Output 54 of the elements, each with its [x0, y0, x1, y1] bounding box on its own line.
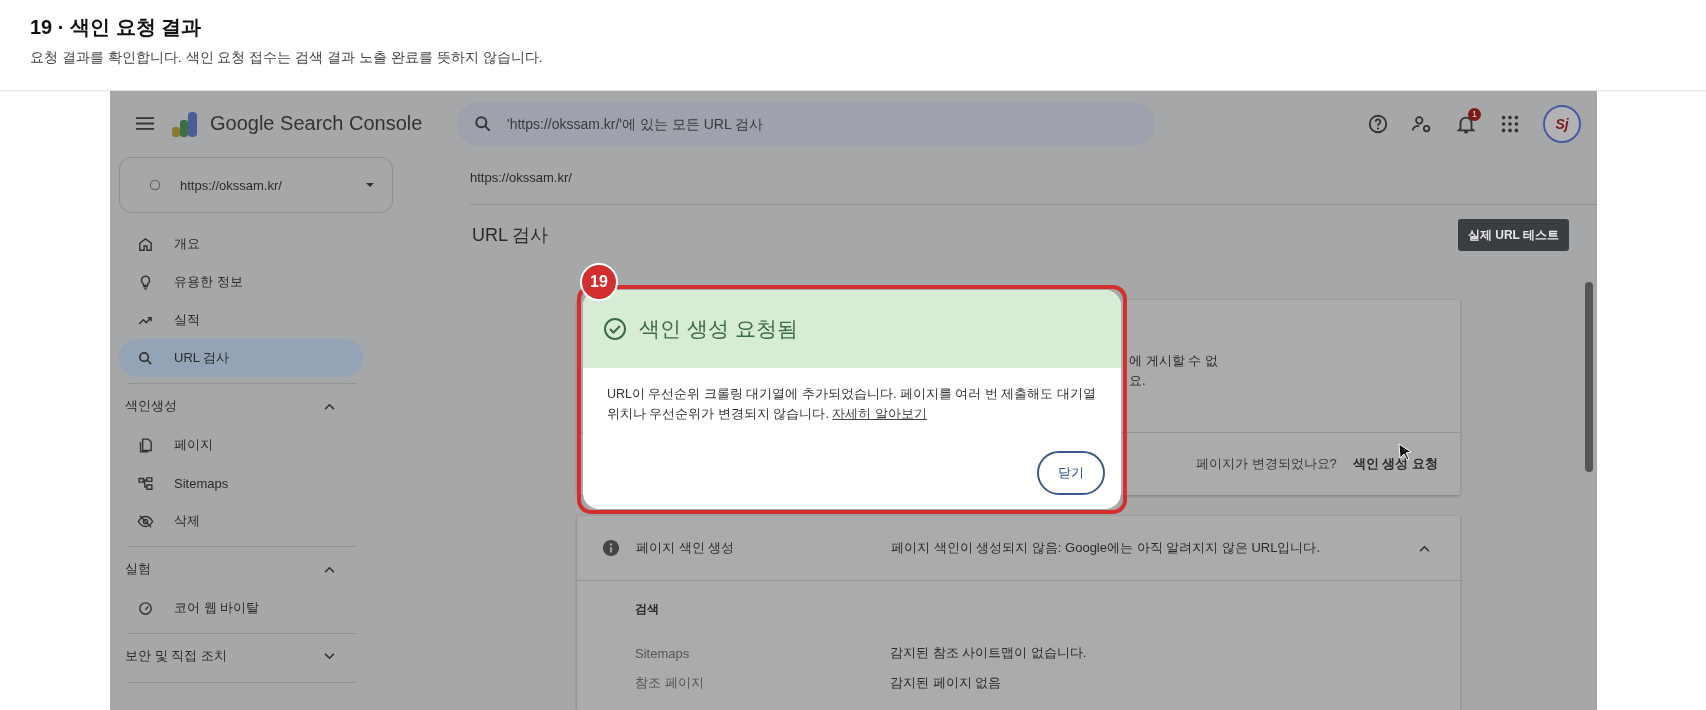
chevron-icon: [324, 652, 335, 660]
notification-badge: 1: [1468, 107, 1481, 121]
search-icon: [473, 113, 493, 134]
close-button[interactable]: 닫기: [1037, 451, 1105, 495]
nav-item[interactable]: 코어 웹 바이탈: [119, 589, 363, 627]
page-title: URL 검사: [472, 224, 549, 247]
nav-item[interactable]: 삭제: [119, 502, 363, 540]
dropdown-caret-icon: [366, 183, 374, 187]
nav-item[interactable]: 페이지: [119, 426, 363, 464]
chevron-icon: [324, 402, 335, 410]
indexing-row[interactable]: 페이지 색인 생성 페이지 색인이 생성되지 않음: Google에는 아직 알려지지 않은 URL입니다.: [577, 516, 1460, 581]
globe-icon: [148, 178, 162, 192]
section-label: 검색: [635, 601, 660, 618]
check-circle-icon: [603, 317, 627, 341]
nav-item[interactable]: Sitemaps: [119, 464, 363, 502]
eye-off-icon: [137, 512, 154, 530]
detail-value: 감지된 참조 사이트맵이 없습니다.: [890, 644, 1087, 662]
search-icon: [137, 349, 154, 367]
detail-value: 감지된 페이지 없음: [890, 674, 1002, 692]
nav-item[interactable]: URL 검사: [119, 339, 363, 377]
chevron-icon: [324, 565, 335, 573]
dialog-message: URL이 우선순위 크롤링 대기열에 추가되었습니다. 페이지를 여러 번 제출해도 대기열 위치나 우선순위가 변경되지 않습니다. 자세히 알아보기: [607, 386, 1097, 423]
nav-item[interactable]: 유용한 정보: [119, 263, 363, 301]
info-icon: [602, 539, 620, 557]
property-selector[interactable]: https://okssam.kr/: [119, 157, 393, 213]
help-icon[interactable]: [1367, 112, 1389, 135]
nav-section-header[interactable]: 실험: [125, 549, 335, 589]
dialog-title: 색인 생성 요청됨: [639, 316, 798, 342]
bar-chart-logo-icon: [170, 110, 200, 137]
nav-section-header[interactable]: 색인생성: [125, 386, 335, 426]
detail-label: 참조 페이지: [635, 674, 705, 692]
change-question: 페이지가 변경되었나요?: [1195, 455, 1337, 473]
gauge-icon: [137, 599, 154, 617]
learn-more-link[interactable]: 자세히 알아보기: [832, 407, 927, 421]
search-field[interactable]: 'https://okssam.kr/'에 있는 모든 URL 검사: [457, 101, 1155, 146]
nav-item[interactable]: 개요: [119, 225, 363, 263]
breadcrumb: https://okssam.kr/: [470, 156, 1597, 205]
detail-label: Sitemaps: [635, 645, 691, 661]
nav-section-header[interactable]: 보안 및 직접 조치: [125, 636, 335, 676]
menu-icon[interactable]: [136, 117, 154, 130]
page-heading: 19 · 색인 요청 결과: [30, 15, 203, 40]
status-text: 요.: [1129, 372, 1147, 390]
page-description: 요청 결과를 확인합니다. 색인 요청 접수는 검색 결과 노출 완료를 뜻하지 않습니다.: [30, 49, 544, 67]
step-badge: 19: [580, 263, 618, 301]
request-indexing-link[interactable]: 색인 생성 요청: [1352, 455, 1438, 473]
pages-icon: [137, 436, 154, 454]
nav-item[interactable]: 실적: [119, 301, 363, 339]
status-text: 에 게시할 수 없: [1129, 352, 1219, 370]
sitemap-icon: [137, 474, 154, 492]
home-icon: [137, 235, 154, 253]
live-test-button[interactable]: 실제 URL 테스트: [1457, 219, 1569, 251]
product-name: Google Search Console: [210, 112, 424, 135]
avatar[interactable]: Sj: [1543, 104, 1581, 143]
chevron-icon: [1419, 544, 1430, 552]
